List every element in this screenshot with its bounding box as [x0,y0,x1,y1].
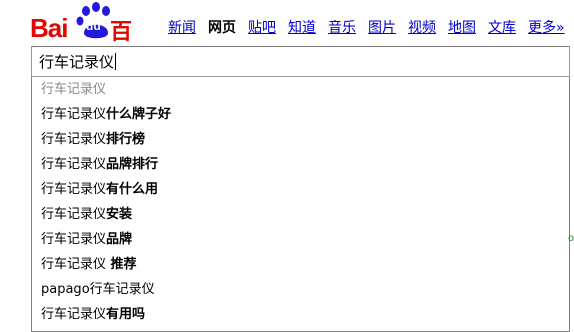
suggestion-prefix: 行车记录仪 [41,182,107,197]
suggestion-suffix: 有什么用 [106,182,159,197]
clipped-page-text: o [568,233,574,244]
search-input-value: 行车记录仪 [39,53,117,71]
baidu-logo[interactable]: Bai du 百度 [30,2,150,77]
suggestion-suffix: 有用吗 [106,307,146,322]
suggestion-prefix: 行车记录仪 [41,82,107,97]
text-caret [115,53,117,70]
suggestion-prefix: 行车记录仪 [41,257,107,272]
product-nav: 新闻 网页 贴吧 知道 音乐 图片 视频 地图 文库 更多» [168,18,574,40]
suggestion-suffix: 什么牌子好 [106,107,172,122]
nav-web[interactable]: 网页 [208,18,236,40]
suggestion-item[interactable]: 行车记录仪 [32,77,569,102]
nav-zhidao[interactable]: 知道 [288,18,316,40]
suggestion-prefix: 行车记录仪 [41,157,107,172]
suggestion-suffix: 品牌 [106,232,133,247]
suggestion-prefix: 行车记录仪 [41,132,107,147]
nav-news[interactable]: 新闻 [168,18,196,40]
suggestion-item[interactable]: 行车记录仪有用吗 [32,302,569,327]
suggestion-item[interactable]: 行车记录仪排行榜 [32,127,569,152]
suggestion-prefix: 行车记录仪 [41,232,107,247]
suggestion-prefix: 行车记录仪 [41,207,107,222]
suggestion-prefix: papago行车记录仪 [41,282,155,297]
suggestion-prefix: 行车记录仪 [41,307,107,322]
nav-wenku[interactable]: 文库 [488,18,516,40]
search-query-text: 行车记录仪 [39,53,115,71]
suggestion-item[interactable]: papago行车记录仪 [32,277,569,302]
logo-text-du: du [86,19,101,33]
logo-text-bai: Bai [30,13,68,43]
suggestion-suffix: 排行榜 [106,132,146,147]
nav-tieba[interactable]: 贴吧 [248,18,276,40]
suggestion-item[interactable]: 行车记录仪品牌 [32,227,569,252]
suggestion-item[interactable]: 行车记录仪有什么用 [32,177,569,202]
suggestion-item[interactable]: 行车记录仪 推荐 [32,252,569,277]
nav-map[interactable]: 地图 [448,18,476,40]
nav-music[interactable]: 音乐 [328,18,356,40]
nav-video[interactable]: 视频 [408,18,436,40]
suggestion-dropdown: 行车记录仪 行车记录仪什么牌子好 行车记录仪排行榜 行车记录仪品牌排行 行车记录… [31,77,570,332]
suggestion-suffix: 品牌排行 [106,157,159,172]
search-input[interactable]: 行车记录仪 [31,46,570,77]
suggestion-suffix: 安装 [106,207,133,222]
suggestion-item[interactable]: 行车记录仪安装 [32,202,569,227]
suggestion-suffix: 推荐 [106,257,137,272]
nav-images[interactable]: 图片 [368,18,396,40]
suggestion-prefix: 行车记录仪 [41,107,107,122]
suggestion-item[interactable]: 行车记录仪什么牌子好 [32,102,569,127]
nav-more[interactable]: 更多» [528,18,565,40]
suggestion-item[interactable]: 行车记录仪品牌排行 [32,152,569,177]
